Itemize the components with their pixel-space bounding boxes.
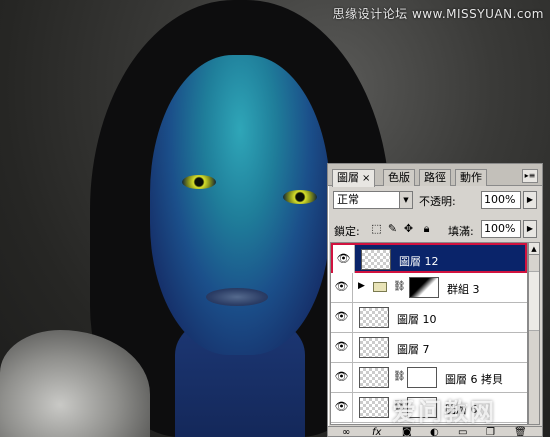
left-eye: [182, 175, 216, 189]
link-icon[interactable]: ∞: [342, 428, 350, 437]
visibility-eye-icon[interactable]: 👁: [331, 273, 353, 302]
watermark-top: 思缘设计论坛 www.MISSYUAN.com: [332, 7, 544, 21]
layer-name: 圖層 10: [397, 313, 437, 326]
tab-paths[interactable]: 路徑: [419, 169, 451, 186]
visibility-eye-icon[interactable]: 👁: [331, 333, 353, 362]
opacity-input[interactable]: 100%: [481, 191, 521, 209]
opacity-slider-button[interactable]: ▶: [523, 191, 537, 209]
tab-layers[interactable]: 圖層 ×: [332, 169, 376, 187]
layer-row-6-copy[interactable]: 👁 ⛓ 圖層 6 拷貝: [331, 363, 527, 393]
tab-actions-label: 動作: [460, 171, 482, 184]
layer-row-group3[interactable]: 👁 ▶ ⛓ 群組 3: [331, 273, 527, 303]
visibility-eye-icon[interactable]: 👁: [333, 245, 355, 274]
lock-all-icon[interactable]: 🔒︎: [420, 222, 433, 235]
link-icon: ⛓: [393, 371, 406, 382]
chevron-down-icon[interactable]: ▼: [399, 192, 412, 208]
mask-icon[interactable]: ◙: [402, 428, 412, 437]
layer-thumbnail: [361, 249, 391, 270]
blend-mode-value: 正常: [337, 193, 359, 206]
adjustment-icon[interactable]: ◐: [430, 428, 439, 437]
scrollbar-thumb[interactable]: [529, 271, 539, 331]
layer-name: 圖層 7: [397, 343, 430, 356]
blend-mode-select[interactable]: 正常 ▼: [333, 191, 413, 209]
expand-arrow-icon[interactable]: ▶: [358, 281, 365, 291]
layer-thumbnail: [359, 337, 389, 358]
lock-transparency-icon[interactable]: ⬚: [370, 222, 383, 235]
visibility-eye-icon[interactable]: 👁: [331, 303, 353, 332]
visibility-eye-icon[interactable]: 👁: [331, 393, 353, 422]
visibility-eye-icon[interactable]: 👁: [331, 363, 353, 392]
face-shape: [150, 55, 330, 355]
layer-name: 圖層 12: [399, 255, 439, 268]
mask-thumbnail: [409, 277, 439, 298]
tab-channels-label: 色版: [388, 171, 410, 184]
tab-paths-label: 路徑: [424, 171, 446, 184]
layer-name: 群組 3: [447, 283, 480, 296]
layer-row-10[interactable]: 👁 圖層 10: [331, 303, 527, 333]
layer-thumbnail: [359, 307, 389, 328]
fill-input[interactable]: 100%: [481, 220, 521, 238]
watermark-bottom: 爱问教网: [392, 398, 496, 426]
panel-menu-icon[interactable]: ▸≡: [522, 169, 538, 183]
fx-icon[interactable]: fx: [372, 428, 381, 437]
lock-paint-icon[interactable]: ✎: [386, 222, 399, 235]
link-icon: ⛓: [393, 281, 406, 292]
tab-actions[interactable]: 動作: [455, 169, 487, 186]
panel-tabbar: 圖層 × 色版 路徑 動作 ▸≡: [328, 164, 542, 187]
lock-label: 鎖定:: [334, 225, 360, 238]
layer-list-scrollbar[interactable]: ▲: [528, 242, 540, 425]
layer-row-12[interactable]: 👁 圖層 12: [331, 243, 527, 274]
layer-name: 圖層 6 拷貝: [445, 373, 503, 386]
close-icon[interactable]: ×: [362, 173, 370, 184]
tab-channels[interactable]: 色版: [383, 169, 415, 186]
tab-layers-label: 圖層: [337, 171, 359, 184]
scroll-up-icon[interactable]: ▲: [529, 243, 539, 255]
fill-label: 填滿:: [448, 225, 474, 238]
panel-bottom-bar: ∞ fx ◙ ◐ ▭ ❐ 🗑: [328, 426, 542, 437]
fill-slider-button[interactable]: ▶: [523, 220, 537, 238]
new-layer-icon[interactable]: ❐: [486, 428, 495, 437]
lock-row: 鎖定: ⬚ ✎ ✥ 🔒︎ 填滿: 100% ▶: [328, 219, 542, 241]
folder-icon[interactable]: ▭: [458, 428, 467, 437]
right-eye: [283, 190, 317, 204]
layer-thumbnail: [359, 367, 389, 388]
layer-thumbnail: [359, 397, 389, 418]
mask-thumbnail: [407, 367, 437, 388]
trash-icon[interactable]: 🗑: [514, 428, 527, 437]
lock-move-icon[interactable]: ✥: [402, 222, 415, 235]
lips-shape: [206, 288, 268, 306]
blend-row: 正常 ▼ 不透明: 100% ▶: [328, 191, 542, 213]
folder-icon: [373, 282, 387, 292]
layer-row-7[interactable]: 👁 圖層 7: [331, 333, 527, 363]
opacity-label: 不透明:: [419, 195, 456, 208]
